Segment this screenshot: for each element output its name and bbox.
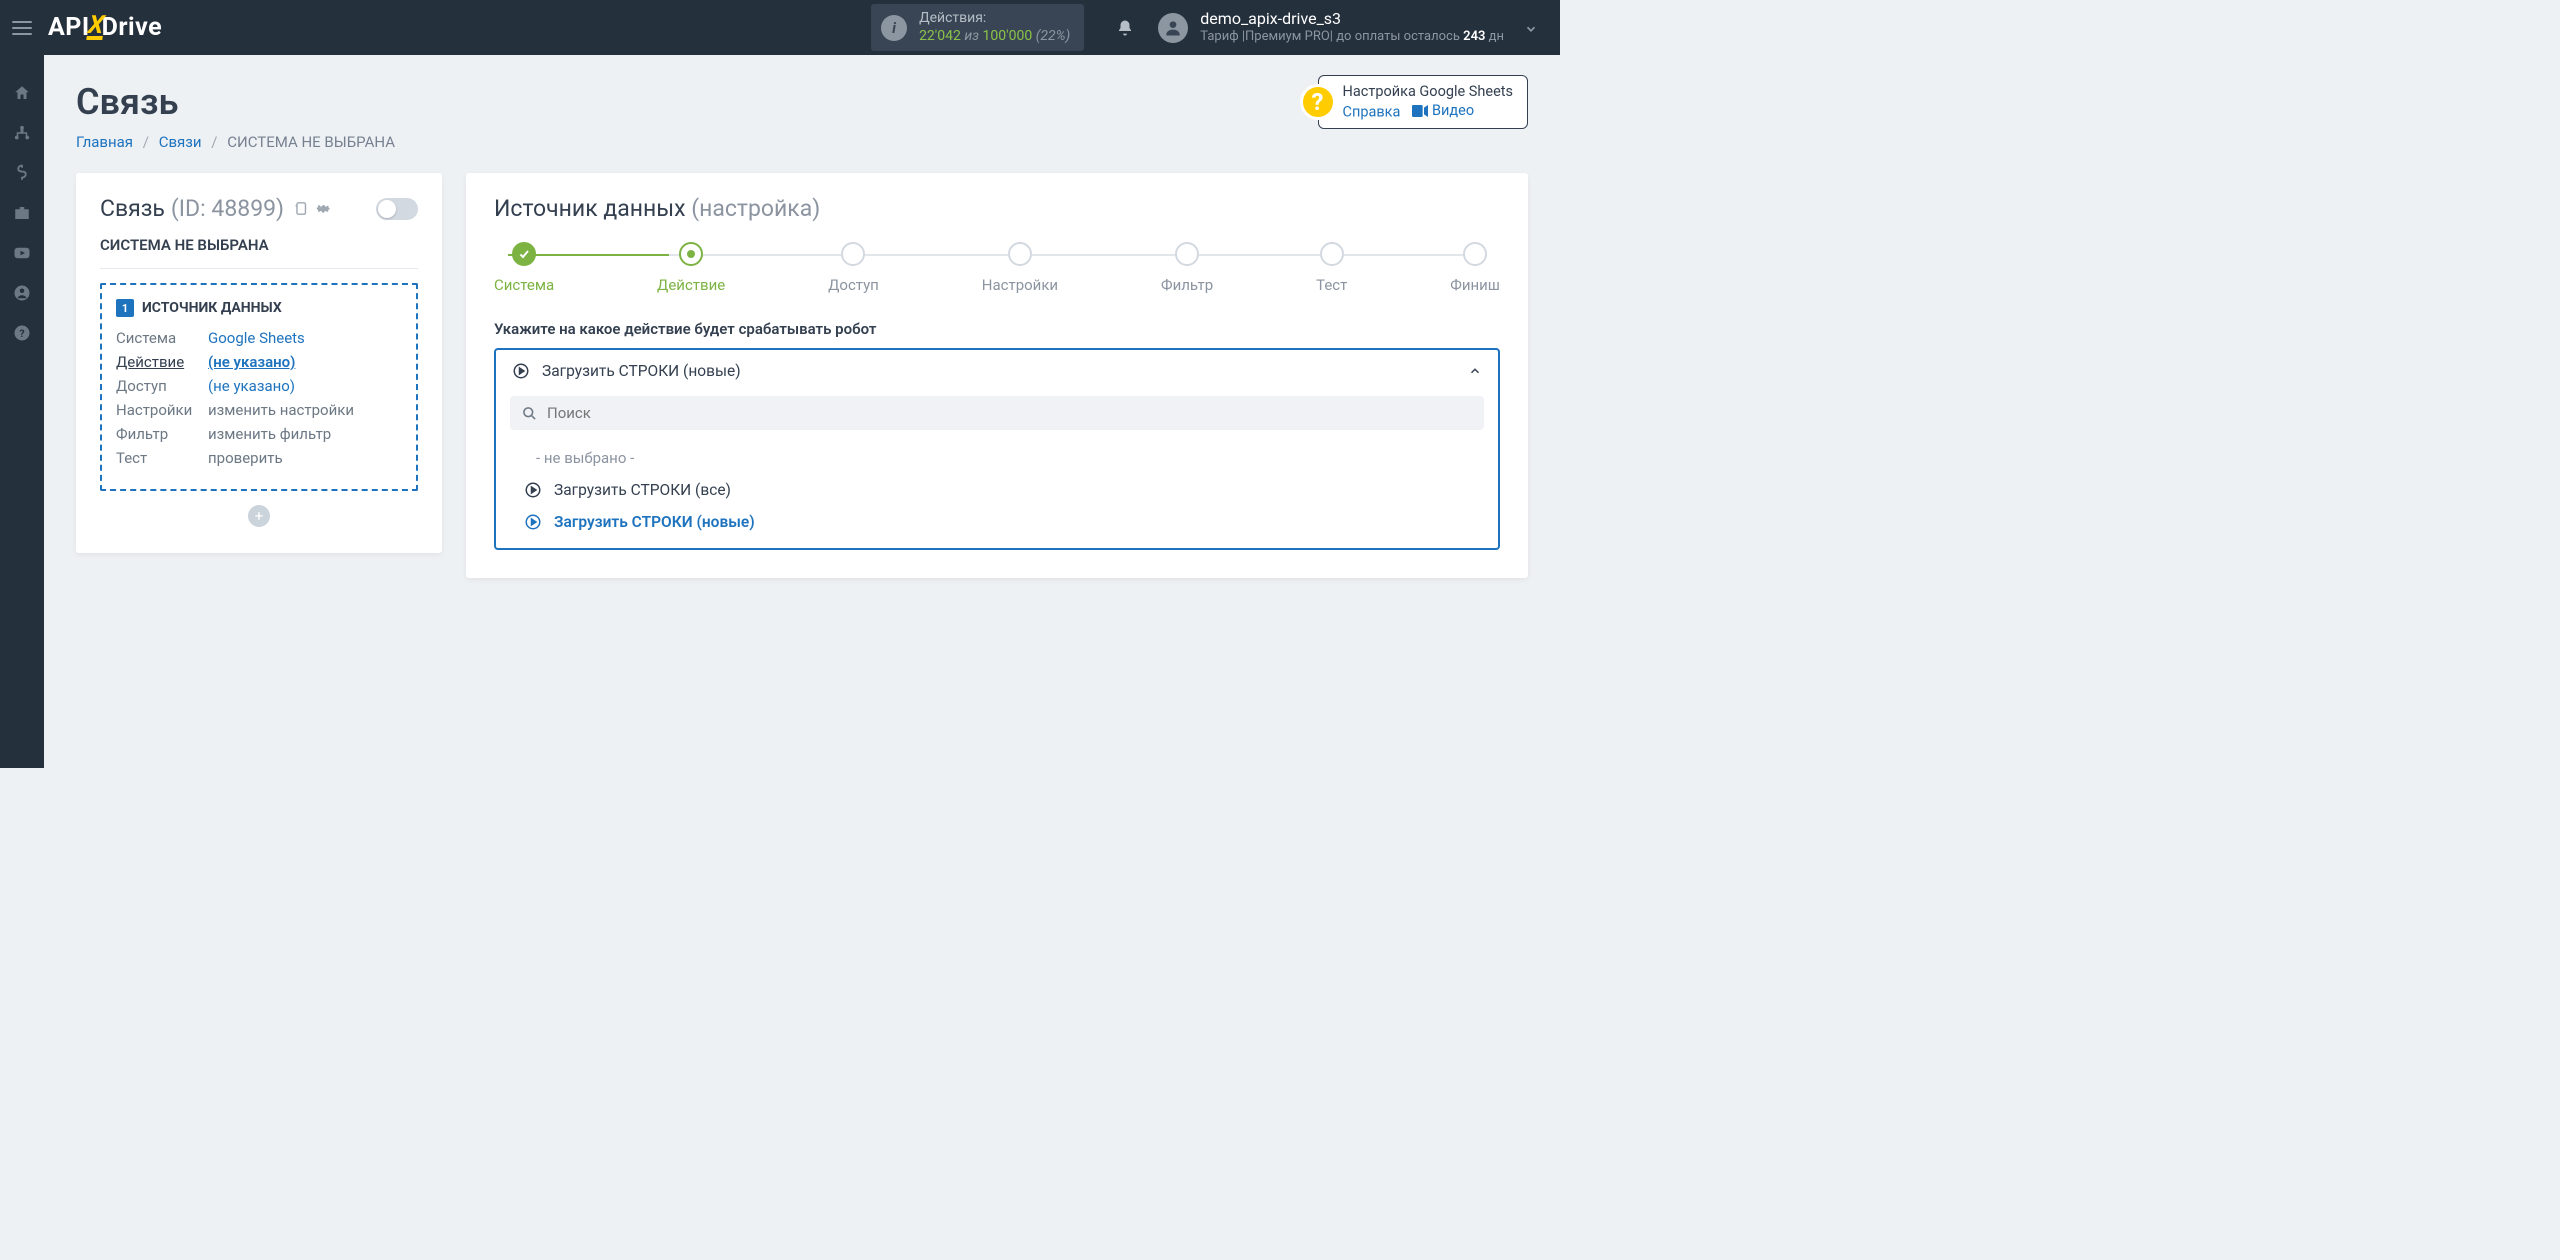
row-test[interactable]: Тест проверить (116, 449, 402, 467)
action-form-label: Укажите на какое действие будет срабатыв… (494, 320, 1500, 338)
user-menu[interactable]: demo_apix-drive_s3 Тариф |Премиум PRO| д… (1152, 9, 1524, 45)
user-tariff: Тариф |Премиум PRO| до оплаты осталось 2… (1200, 29, 1504, 45)
sidebar: ? (0, 55, 44, 768)
play-icon (524, 481, 542, 499)
chevron-down-icon[interactable] (1524, 18, 1538, 37)
step-settings[interactable]: Настройки (982, 242, 1058, 294)
video-icon (1412, 105, 1428, 117)
breadcrumb-current: СИСТЕМА НЕ ВЫБРАНА (227, 133, 395, 151)
topbar-right: i Действия: 22'042 из 100'000 (22%) demo… (871, 0, 1560, 55)
topbar: API X Drive i Действия: 22'042 из 100'00… (0, 0, 1560, 55)
copy-icon[interactable] (292, 200, 309, 217)
logo-drive: Drive (102, 13, 163, 42)
dropdown-selected[interactable]: Загрузить СТРОКИ (новые) (496, 350, 1498, 392)
play-icon (524, 513, 542, 531)
action-form: Укажите на какое действие будет срабатыв… (494, 320, 1500, 550)
sidebar-briefcase[interactable] (0, 193, 44, 233)
logo-api: API (48, 13, 90, 42)
hamburger-icon (12, 21, 32, 35)
bell-icon[interactable] (1116, 18, 1134, 38)
logo[interactable]: API X Drive (48, 13, 162, 42)
logo-x-icon: X (86, 15, 105, 40)
step-access[interactable]: Доступ (828, 242, 879, 294)
actions-label: Действия: (919, 10, 1070, 28)
user-name: demo_apix-drive_s3 (1200, 9, 1504, 29)
actions-total: 100'000 (983, 28, 1033, 44)
sidebar-connections[interactable] (0, 113, 44, 153)
step-test[interactable]: Тест (1316, 242, 1347, 294)
actions-text: Действия: 22'042 из 100'000 (22%) (919, 10, 1070, 45)
connection-id: (ID: 48899) (171, 195, 284, 222)
row-action[interactable]: Действие (не указано) (116, 353, 402, 371)
page-title: Связь (76, 81, 395, 123)
svg-text:?: ? (19, 327, 24, 340)
help-ref-link[interactable]: Справка (1343, 104, 1401, 121)
actions-of: из (964, 28, 982, 44)
row-filter[interactable]: Фильтр изменить фильтр (116, 425, 402, 443)
actions-count: 22'042 (919, 28, 961, 44)
source-badge: 1 (116, 299, 134, 317)
sidebar-help[interactable]: ? (0, 313, 44, 353)
actions-counter[interactable]: i Действия: 22'042 из 100'000 (22%) (871, 4, 1084, 51)
dropdown-search-input[interactable] (547, 404, 1472, 422)
add-destination-button[interactable]: + (248, 505, 270, 527)
actions-percent: (22%) (1036, 28, 1071, 44)
breadcrumb-links[interactable]: Связи (159, 133, 202, 151)
source-box: 1 ИСТОЧНИК ДАННЫХ Система Google Sheets … (100, 283, 418, 491)
step-system[interactable]: Система (494, 242, 554, 294)
connection-card-title: Связь (ID: 48899) (100, 195, 418, 222)
source-rows: Система Google Sheets Действие (не указа… (116, 329, 402, 467)
option-all-rows[interactable]: Загрузить СТРОКИ (все) (496, 474, 1498, 506)
dropdown-options: - не выбрано - Загрузить СТРОКИ (все) За… (496, 438, 1498, 548)
avatar-icon (1158, 13, 1188, 43)
help-box: Настройка Google Sheets Справка Видео (1318, 75, 1528, 129)
connection-toggle[interactable] (376, 198, 418, 220)
source-settings-title: Источник данных (настройка) (494, 195, 1500, 222)
chevron-up-icon (1468, 364, 1482, 378)
gear-icon[interactable] (315, 200, 332, 217)
play-icon (512, 362, 530, 380)
help-title: Настройка Google Sheets (1343, 83, 1513, 100)
step-finish[interactable]: Финиш (1450, 242, 1500, 294)
help-video-link[interactable]: Видео (1412, 102, 1474, 119)
option-new-rows[interactable]: Загрузить СТРОКИ (новые) (496, 506, 1498, 538)
stepper: Система Действие Доступ Настройки (494, 242, 1500, 294)
help-circle-icon[interactable]: ? (1300, 84, 1336, 120)
action-dropdown: Загрузить СТРОКИ (новые) - не выбрано - … (494, 348, 1500, 550)
sidebar-home[interactable] (0, 73, 44, 113)
connection-subtitle: СИСТЕМА НЕ ВЫБРАНА (100, 236, 418, 269)
row-system[interactable]: Система Google Sheets (116, 329, 402, 347)
search-icon (522, 406, 537, 421)
step-action[interactable]: Действие (657, 242, 725, 294)
row-settings[interactable]: Настройки изменить настройки (116, 401, 402, 419)
option-empty[interactable]: - не выбрано - (496, 442, 1498, 474)
sidebar-profile[interactable] (0, 273, 44, 313)
row-access[interactable]: Доступ (не указано) (116, 377, 402, 395)
main: ? Связь Главная / Связи / СИСТЕМА НЕ ВЫБ… (0, 55, 1560, 768)
breadcrumb: Главная / Связи / СИСТЕМА НЕ ВЫБРАНА (76, 133, 395, 151)
cards-row: Связь (ID: 48899) СИСТЕМА НЕ ВЫБРАНА 1 И… (76, 173, 1528, 578)
breadcrumb-home[interactable]: Главная (76, 133, 133, 151)
user-texts: demo_apix-drive_s3 Тариф |Премиум PRO| д… (1200, 9, 1504, 45)
dropdown-search (510, 396, 1484, 430)
hamburger-menu[interactable] (0, 0, 44, 55)
source-settings-card: Источник данных (настройка) Система Дейс… (466, 173, 1528, 578)
step-filter[interactable]: Фильтр (1161, 242, 1213, 294)
connection-card: Связь (ID: 48899) СИСТЕМА НЕ ВЫБРАНА 1 И… (76, 173, 442, 553)
sidebar-video[interactable] (0, 233, 44, 273)
info-icon: i (881, 15, 907, 41)
source-box-header: 1 ИСТОЧНИК ДАННЫХ (116, 299, 402, 317)
sidebar-billing[interactable] (0, 153, 44, 193)
content: Связь Главная / Связи / СИСТЕМА НЕ ВЫБРА… (44, 55, 1560, 768)
help-widget: ? Настройка Google Sheets Справка Видео (1300, 75, 1528, 129)
